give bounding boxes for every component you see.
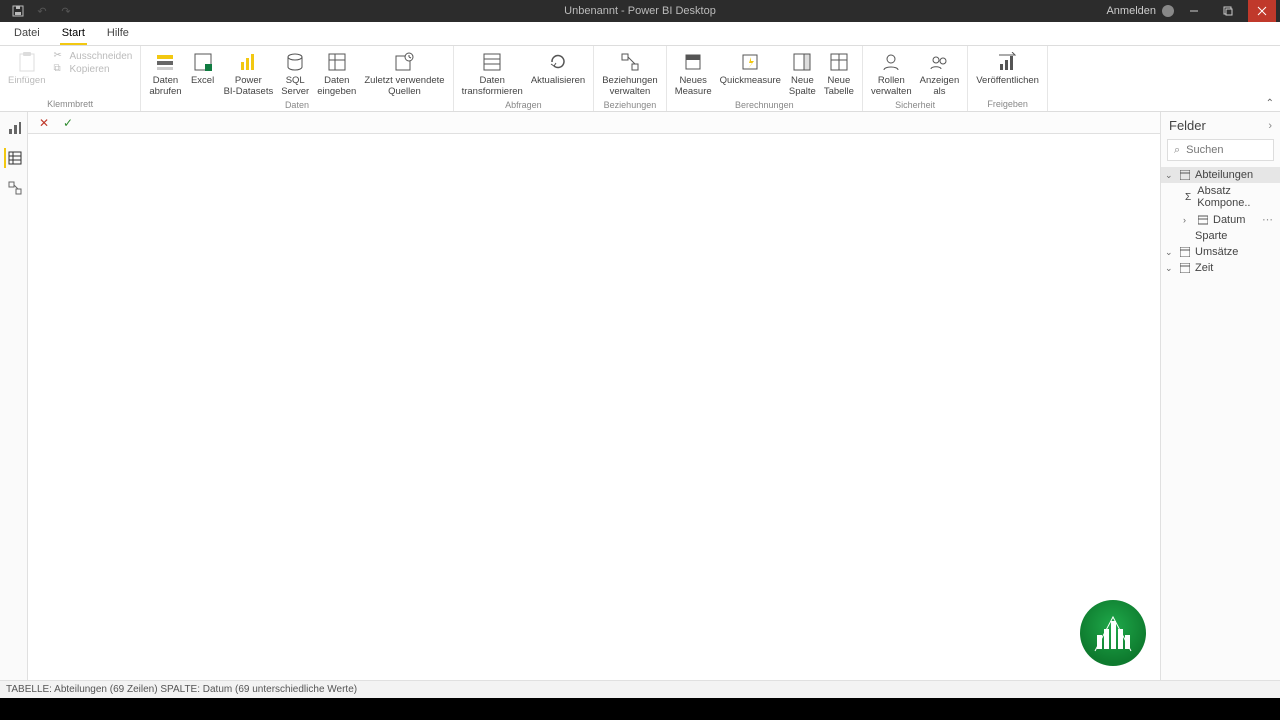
view-as-button[interactable]: Anzeigen als — [916, 48, 964, 99]
table-icon — [827, 50, 851, 74]
tab-help[interactable]: Hilfe — [105, 23, 131, 45]
group-security-label: Sicherheit — [867, 99, 963, 112]
formula-confirm-button[interactable]: ✓ — [60, 115, 76, 131]
maximize-button[interactable] — [1214, 0, 1242, 22]
group-data-label: Daten — [145, 99, 448, 112]
chevron-right-icon[interactable]: › — [1268, 120, 1272, 132]
signin-label[interactable]: Anmelden — [1106, 5, 1156, 17]
table-icon — [1179, 246, 1191, 258]
sql-server-button[interactable]: SQL Server — [277, 48, 313, 99]
quick-measure-icon — [738, 50, 762, 74]
enter-data-icon — [325, 50, 349, 74]
ribbon: Einfügen ✂Ausschneiden ⧉Kopieren Klemmbr… — [0, 46, 1280, 112]
group-relations-label: Beziehungen — [598, 99, 661, 112]
model-view-button[interactable] — [4, 178, 24, 198]
formula-cancel-button[interactable]: ✕ — [36, 115, 52, 131]
pbi-datasets-button[interactable]: Power BI-Datasets — [220, 48, 278, 99]
column-icon — [790, 50, 814, 74]
excel-button[interactable]: Excel — [186, 48, 220, 99]
group-queries-label: Abfragen — [458, 99, 590, 112]
calendar-icon — [1197, 214, 1209, 226]
field-datum[interactable]: › Datum ⋯ — [1161, 211, 1280, 228]
close-button[interactable] — [1248, 0, 1276, 22]
fields-search[interactable]: ⌕ — [1167, 139, 1274, 161]
view-rail — [0, 112, 28, 680]
get-data-button[interactable]: Daten abrufen — [145, 48, 185, 99]
relations-icon — [618, 50, 642, 74]
excel-icon — [191, 50, 215, 74]
get-data-icon — [153, 50, 177, 74]
enter-data-button[interactable]: Daten eingeben — [313, 48, 360, 99]
sigma-icon: Σ — [1183, 191, 1193, 203]
group-calc-label: Berechnungen — [671, 99, 858, 112]
chevron-down-icon: ⌄ — [1165, 263, 1175, 274]
save-icon[interactable] — [10, 3, 26, 19]
roles-icon — [879, 50, 903, 74]
publish-icon — [996, 50, 1020, 74]
refresh-icon — [546, 50, 570, 74]
recent-sources-button[interactable]: Zuletzt verwendete Quellen — [360, 48, 448, 99]
status-text: TABELLE: Abteilungen (69 Zeilen) SPALTE:… — [6, 684, 357, 695]
window-title: Unbenannt - Power BI Desktop — [564, 5, 716, 17]
report-view-button[interactable] — [4, 118, 24, 138]
copy-button: ⧉Kopieren — [54, 63, 133, 75]
menu-tabs: Datei Start Hilfe — [0, 22, 1280, 46]
publish-button[interactable]: Veröffentlichen — [972, 48, 1043, 98]
table-icon — [1179, 262, 1191, 274]
manage-roles-button[interactable]: Rollen verwalten — [867, 48, 916, 99]
fields-pane: Felder › ⌕ ⌄ Abteilungen Σ Absatz Kompon… — [1160, 112, 1280, 680]
fields-title: Felder — [1169, 118, 1206, 133]
ribbon-collapse-button[interactable]: ⌃ — [1266, 98, 1274, 109]
manage-relations-button[interactable]: Beziehungen verwalten — [598, 48, 661, 99]
new-table-button[interactable]: Neue Tabelle — [820, 48, 858, 99]
search-icon: ⌕ — [1174, 144, 1180, 157]
transform-icon — [480, 50, 504, 74]
transform-data-button[interactable]: Daten transformieren — [458, 48, 527, 99]
scissors-icon: ✂ — [54, 50, 66, 62]
formula-input[interactable] — [84, 114, 1160, 132]
table-zeit[interactable]: ⌄ Zeit — [1161, 260, 1280, 276]
sql-icon — [283, 50, 307, 74]
refresh-button[interactable]: Aktualisieren — [527, 48, 589, 99]
fields-search-input[interactable] — [1186, 144, 1280, 156]
group-clipboard-label: Klemmbrett — [4, 98, 136, 111]
chevron-down-icon: ⌄ — [1165, 247, 1175, 258]
user-avatar-icon[interactable] — [1162, 5, 1174, 17]
cut-button: ✂Ausschneiden — [54, 50, 133, 62]
chevron-right-icon: › — [1183, 215, 1193, 225]
table-abteilungen[interactable]: ⌄ Abteilungen — [1161, 167, 1280, 183]
pbi-icon — [236, 50, 260, 74]
quick-measure-button[interactable]: Quickmeasure — [716, 48, 785, 99]
title-bar: ↶ ↷ Unbenannt - Power BI Desktop Anmelde… — [0, 0, 1280, 22]
group-share-label: Freigeben — [972, 98, 1043, 111]
measure-icon — [681, 50, 705, 74]
chevron-down-icon: ⌄ — [1165, 170, 1175, 181]
viewas-icon — [927, 50, 951, 74]
watermark-badge — [1080, 600, 1146, 666]
field-absatz-komponenten[interactable]: Σ Absatz Kompone.. — [1161, 183, 1280, 211]
data-view-button[interactable] — [4, 148, 24, 168]
redo-icon: ↷ — [58, 3, 74, 19]
tab-file[interactable]: Datei — [12, 23, 42, 45]
minimize-button[interactable] — [1180, 0, 1208, 22]
table-umsaetze[interactable]: ⌄ Umsätze — [1161, 244, 1280, 260]
new-measure-button[interactable]: Neues Measure — [671, 48, 716, 99]
copy-icon: ⧉ — [54, 63, 66, 75]
field-sparte[interactable]: Sparte — [1161, 228, 1280, 244]
tab-start[interactable]: Start — [60, 23, 87, 45]
fields-tree: ⌄ Abteilungen Σ Absatz Kompone.. › Datum… — [1161, 167, 1280, 276]
recent-icon — [392, 50, 416, 74]
canvas-area[interactable] — [28, 134, 1160, 680]
status-bar: TABELLE: Abteilungen (69 Zeilen) SPALTE:… — [0, 680, 1280, 698]
more-options-icon[interactable]: ⋯ — [1262, 213, 1274, 226]
bottom-bar — [0, 698, 1280, 720]
formula-bar: ✕ ✓ — [28, 112, 1160, 134]
clipboard-icon — [15, 50, 39, 74]
new-column-button[interactable]: Neue Spalte — [785, 48, 820, 99]
undo-icon: ↶ — [34, 3, 50, 19]
paste-button: Einfügen — [4, 48, 50, 98]
table-icon — [1179, 169, 1191, 181]
